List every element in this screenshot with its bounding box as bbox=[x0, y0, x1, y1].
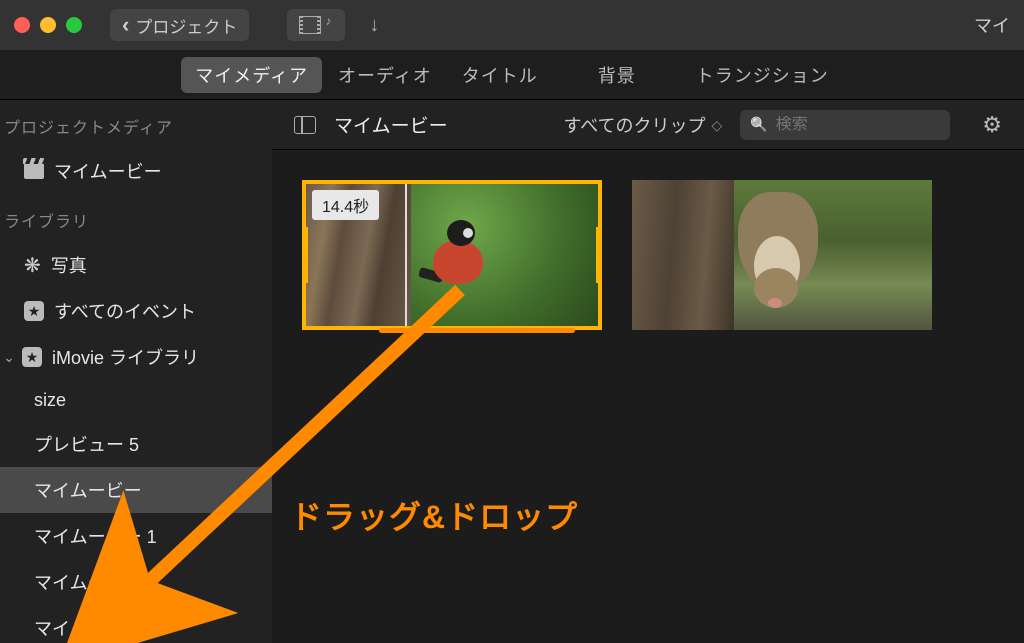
clip-trim-handle-right[interactable] bbox=[596, 227, 602, 284]
tab-titles[interactable]: タイトル bbox=[448, 57, 552, 93]
sidebar-toggle-button[interactable] bbox=[294, 116, 316, 134]
sidebar-item-library-entry[interactable]: プレビュー 5 bbox=[0, 421, 272, 467]
titlebar: プロジェクト ♪ ↓ マイ bbox=[0, 0, 1024, 50]
annotation-text: ドラッグ&ドロップ bbox=[290, 492, 578, 538]
sidebar-item-library-entry[interactable]: マイムービー 1 bbox=[0, 513, 272, 559]
sidebar-item-all-events[interactable]: すべてのイベント bbox=[0, 288, 272, 334]
sidebar-item-label: マイムービー bbox=[54, 158, 162, 184]
clips-area: 14.4秒 bbox=[272, 150, 1024, 643]
sidebar-item-label: マイムービー 2 bbox=[34, 569, 157, 595]
media-import-button[interactable]: ♪ bbox=[287, 9, 345, 41]
chevron-left-icon bbox=[122, 12, 129, 38]
import-dropdown-button[interactable]: ↓ bbox=[353, 14, 395, 37]
star-icon bbox=[24, 301, 44, 321]
sidebar-item-library-entry[interactable]: マイムービー 2 bbox=[0, 559, 272, 605]
sidebar-item-project-movie[interactable]: マイムービー bbox=[0, 148, 272, 194]
photos-icon bbox=[24, 253, 41, 278]
clip-filter-label: すべてのクリップ bbox=[563, 112, 705, 138]
clip-trim-handle-left[interactable] bbox=[302, 227, 308, 284]
sidebar: プロジェクトメディア マイムービー ライブラリ 写真 すべてのイベント ⌄ iM… bbox=[0, 100, 272, 643]
browser-title: マイムービー bbox=[334, 111, 448, 138]
window-title: マイ bbox=[974, 12, 1010, 38]
browser-toolbar: マイムービー すべてのクリップ bbox=[272, 100, 1024, 150]
sidebar-item-label: size bbox=[34, 390, 66, 411]
sidebar-item-label: マイムービー bbox=[34, 477, 142, 503]
sidebar-item-label: プレビュー 5 bbox=[34, 431, 139, 457]
clip-thumbnail-1[interactable]: 14.4秒 bbox=[302, 180, 602, 330]
search-field[interactable] bbox=[740, 110, 950, 140]
close-window-button[interactable] bbox=[14, 17, 30, 33]
sidebar-item-label: マイムービー 1 bbox=[34, 523, 157, 549]
tab-my-media[interactable]: マイメディア bbox=[181, 57, 322, 93]
clip-filter-dropdown[interactable]: すべてのクリップ bbox=[563, 112, 722, 138]
star-icon bbox=[22, 347, 42, 367]
sidebar-item-library-entry[interactable]: マイムービー 4 bbox=[0, 605, 272, 643]
minimize-window-button[interactable] bbox=[40, 17, 56, 33]
back-button-label: プロジェクト bbox=[135, 13, 237, 38]
updown-icon bbox=[711, 114, 722, 135]
sidebar-item-label: iMovie ライブラリ bbox=[52, 344, 199, 370]
sidebar-item-photos[interactable]: 写真 bbox=[0, 242, 272, 288]
sidebar-header-library: ライブラリ bbox=[0, 194, 272, 242]
clip2-tree bbox=[632, 180, 734, 330]
search-icon bbox=[750, 116, 767, 134]
tab-audio[interactable]: オーディオ bbox=[324, 57, 446, 93]
clapperboard-icon bbox=[24, 163, 44, 179]
sidebar-item-label: マイムービー 4 bbox=[34, 615, 157, 641]
sidebar-item-label: 写真 bbox=[51, 252, 87, 278]
tab-transitions[interactable]: トランジション bbox=[682, 57, 843, 93]
media-browser: マイムービー すべてのクリップ 14.4秒 bbox=[272, 100, 1024, 643]
chevron-down-icon[interactable]: ⌄ bbox=[2, 349, 16, 366]
clip1-bird bbox=[429, 220, 489, 290]
gear-icon[interactable] bbox=[982, 112, 1002, 138]
clip-thumbnail-2[interactable] bbox=[632, 180, 932, 330]
sidebar-header-project-media: プロジェクトメディア bbox=[0, 100, 272, 148]
search-input[interactable] bbox=[776, 116, 983, 134]
tab-backgrounds[interactable]: 背景 bbox=[584, 57, 650, 93]
music-note-icon: ♪ bbox=[325, 14, 331, 28]
clip-playhead[interactable] bbox=[405, 184, 407, 326]
main-body: プロジェクトメディア マイムービー ライブラリ 写真 すべてのイベント ⌄ iM… bbox=[0, 100, 1024, 643]
film-icon bbox=[299, 16, 321, 34]
sidebar-item-library-entry[interactable]: マイムービー bbox=[0, 467, 272, 513]
fullscreen-window-button[interactable] bbox=[66, 17, 82, 33]
sidebar-item-library-entry[interactable]: size bbox=[0, 380, 272, 421]
sidebar-item-label: すべてのイベント bbox=[54, 298, 196, 324]
window-controls bbox=[14, 17, 82, 33]
sidebar-item-imovie-library[interactable]: ⌄ iMovie ライブラリ bbox=[0, 334, 272, 380]
back-to-projects-button[interactable]: プロジェクト bbox=[110, 9, 249, 41]
clip-duration-badge: 14.4秒 bbox=[312, 190, 379, 220]
clip-used-range-bar bbox=[379, 328, 575, 333]
media-tabs: マイメディア オーディオ タイトル 背景 トランジション bbox=[0, 50, 1024, 100]
clip2-squirrel bbox=[728, 192, 848, 312]
